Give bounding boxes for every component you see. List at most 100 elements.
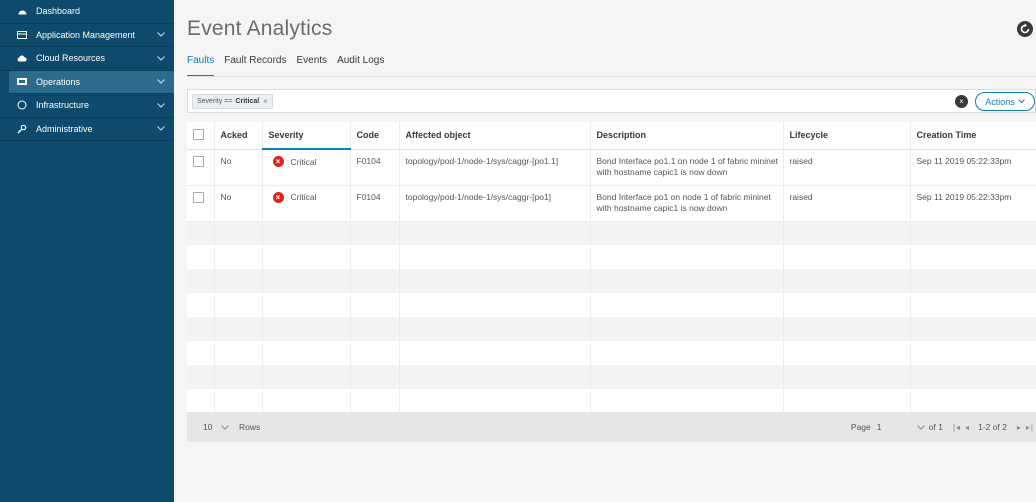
column-header-affected-object[interactable]: Affected object [399,122,591,150]
column-header-acked[interactable]: Acked [214,122,263,150]
chevron-down-icon[interactable] [157,31,165,39]
chevron-down-icon[interactable] [157,125,165,133]
first-page-icon[interactable]: |◂ [953,423,961,432]
clear-filter-button[interactable]: × [955,95,968,108]
empty-row [187,365,1036,389]
page-of-label: of 1 [928,422,943,432]
sidebar-item-infrastructure[interactable]: Infrastructure [0,94,174,118]
select-all-checkbox[interactable] [193,128,204,140]
critical-icon: × [272,191,284,203]
column-header-creation-time[interactable]: Creation Time [910,122,1036,150]
rows-per-page-select[interactable]: 10 [203,422,233,432]
page-label: Page [850,422,871,432]
prev-page-icon[interactable]: ◂ [965,423,970,432]
cell-creation-time: Sep 11 2019 05:22:33pm [910,149,1036,186]
last-page-icon[interactable]: ▸| [1026,423,1034,432]
cell-affected-object: topology/pod-1/node-1/sys/caggr-[po1.1] [399,149,591,186]
cell-severity: × Critical [262,185,351,222]
cell-acked: No [214,185,263,222]
filter-chip-value: Critical [235,97,260,105]
pagination-bar: 10 Rows Page 1 of 1 |◂ ◂ 1-2 of 2 ▸ ▸| [187,412,1036,442]
sidebar-item-label: Infrastructure [36,100,90,111]
sidebar-item-administrative[interactable]: Administrative [0,118,174,141]
main-content: Event Analytics Faults Fault Records Eve… [174,0,1036,502]
sidebar-item-label: Dashboard [36,6,81,17]
cell-description: Bond Interface po1.1 on node 1 of fabric… [590,149,784,186]
table-header-row: Acked Severity Code Affected object Desc… [187,122,1036,150]
severity-label: Critical [290,156,317,167]
critical-icon: × [272,156,284,167]
rows-per-page-value: 10 [203,422,213,432]
chevron-down-icon [916,422,925,432]
cell-code: F0104 [350,185,400,222]
actions-label: Actions [985,96,1015,107]
page-title: Event Analytics [187,17,333,40]
column-header-description[interactable]: Description [590,122,784,150]
sidebar-item-label: Administrative [36,123,93,134]
severity-label: Critical [290,192,317,202]
empty-row [187,389,1036,413]
chevron-down-icon [1017,98,1025,105]
close-icon[interactable]: × [263,97,268,106]
row-checkbox[interactable] [193,191,204,203]
refresh-icon[interactable] [1016,20,1034,38]
actions-button[interactable]: Actions [975,92,1035,111]
tab-audit-logs[interactable]: Audit Logs [337,55,384,77]
tab-events[interactable]: Events [296,55,327,77]
filter-chip[interactable]: Severity == Critical × [192,93,273,109]
cell-creation-time: Sep 11 2019 05:22:33pm [910,185,1036,222]
tab-fault-records[interactable]: Fault Records [224,55,286,77]
dashboard-icon [17,6,27,16]
cell-lifecycle: raised [783,149,911,186]
empty-row [187,341,1036,365]
column-header-lifecycle[interactable]: Lifecycle [783,122,911,150]
table-row[interactable]: No × Critical F0104 topology/pod-1/node-1… [187,185,1036,222]
chevron-down-icon[interactable] [157,101,165,109]
cell-lifecycle: raised [783,185,911,222]
sidebar: Dashboard Application Management Cloud R… [0,0,174,502]
tab-bar: Faults Fault Records Events Audit Logs [187,55,394,77]
column-header-code[interactable]: Code [350,122,400,150]
page-controls: Page 1 of 1 |◂ ◂ 1-2 of 2 ▸ ▸| [851,412,1034,442]
chevron-down-icon[interactable] [157,54,165,62]
sidebar-item-label: Cloud Resources [36,53,106,64]
filter-bar[interactable]: Severity == Critical × × Actions [187,89,1036,113]
cell-acked: No [214,149,263,186]
admin-wrench-icon [17,124,27,134]
page-range-label: 1-2 of 2 [978,422,1007,432]
row-select-cell [187,149,215,186]
application-icon [17,30,27,40]
sidebar-item-label: Application Management [36,29,136,40]
sidebar-item-operations[interactable]: Operations [9,70,174,94]
next-page-icon[interactable]: ▸ [1017,423,1022,432]
table-row[interactable]: No × Critical F0104 topology/pod-1/node-1… [187,149,1036,186]
filter-chip-key: Severity == [197,97,233,105]
chevron-down-icon [217,422,233,432]
empty-row [187,245,1036,269]
cell-severity: × Critical [262,149,351,186]
empty-row [187,293,1036,317]
tab-divider [187,76,1036,77]
chevron-down-icon[interactable] [157,78,165,86]
sidebar-item-dashboard[interactable]: Dashboard [0,0,174,24]
cell-affected-object: topology/pod-1/node-1/sys/caggr-[po1] [399,185,591,222]
empty-row [187,317,1036,341]
row-checkbox[interactable] [193,155,204,167]
empty-row [187,269,1036,293]
cell-code: F0104 [350,149,400,186]
cloud-icon [17,53,27,63]
row-select-cell [187,185,215,222]
operations-icon [17,77,27,87]
rows-label: Rows [239,422,261,432]
tab-faults[interactable]: Faults [187,55,215,77]
cell-description: Bond Interface po1 on node 1 of fabric m… [590,185,784,222]
select-all-header [187,122,215,150]
column-header-severity[interactable]: Severity [262,122,351,150]
page-value: 1 [876,422,882,432]
sidebar-item-cloud-resources[interactable]: Cloud Resources [0,47,174,71]
infrastructure-icon [17,100,27,110]
empty-row [187,221,1036,245]
sidebar-item-application-management[interactable]: Application Management [0,24,174,47]
page-select[interactable]: 1 [877,422,925,432]
sidebar-item-label: Operations [36,76,81,87]
